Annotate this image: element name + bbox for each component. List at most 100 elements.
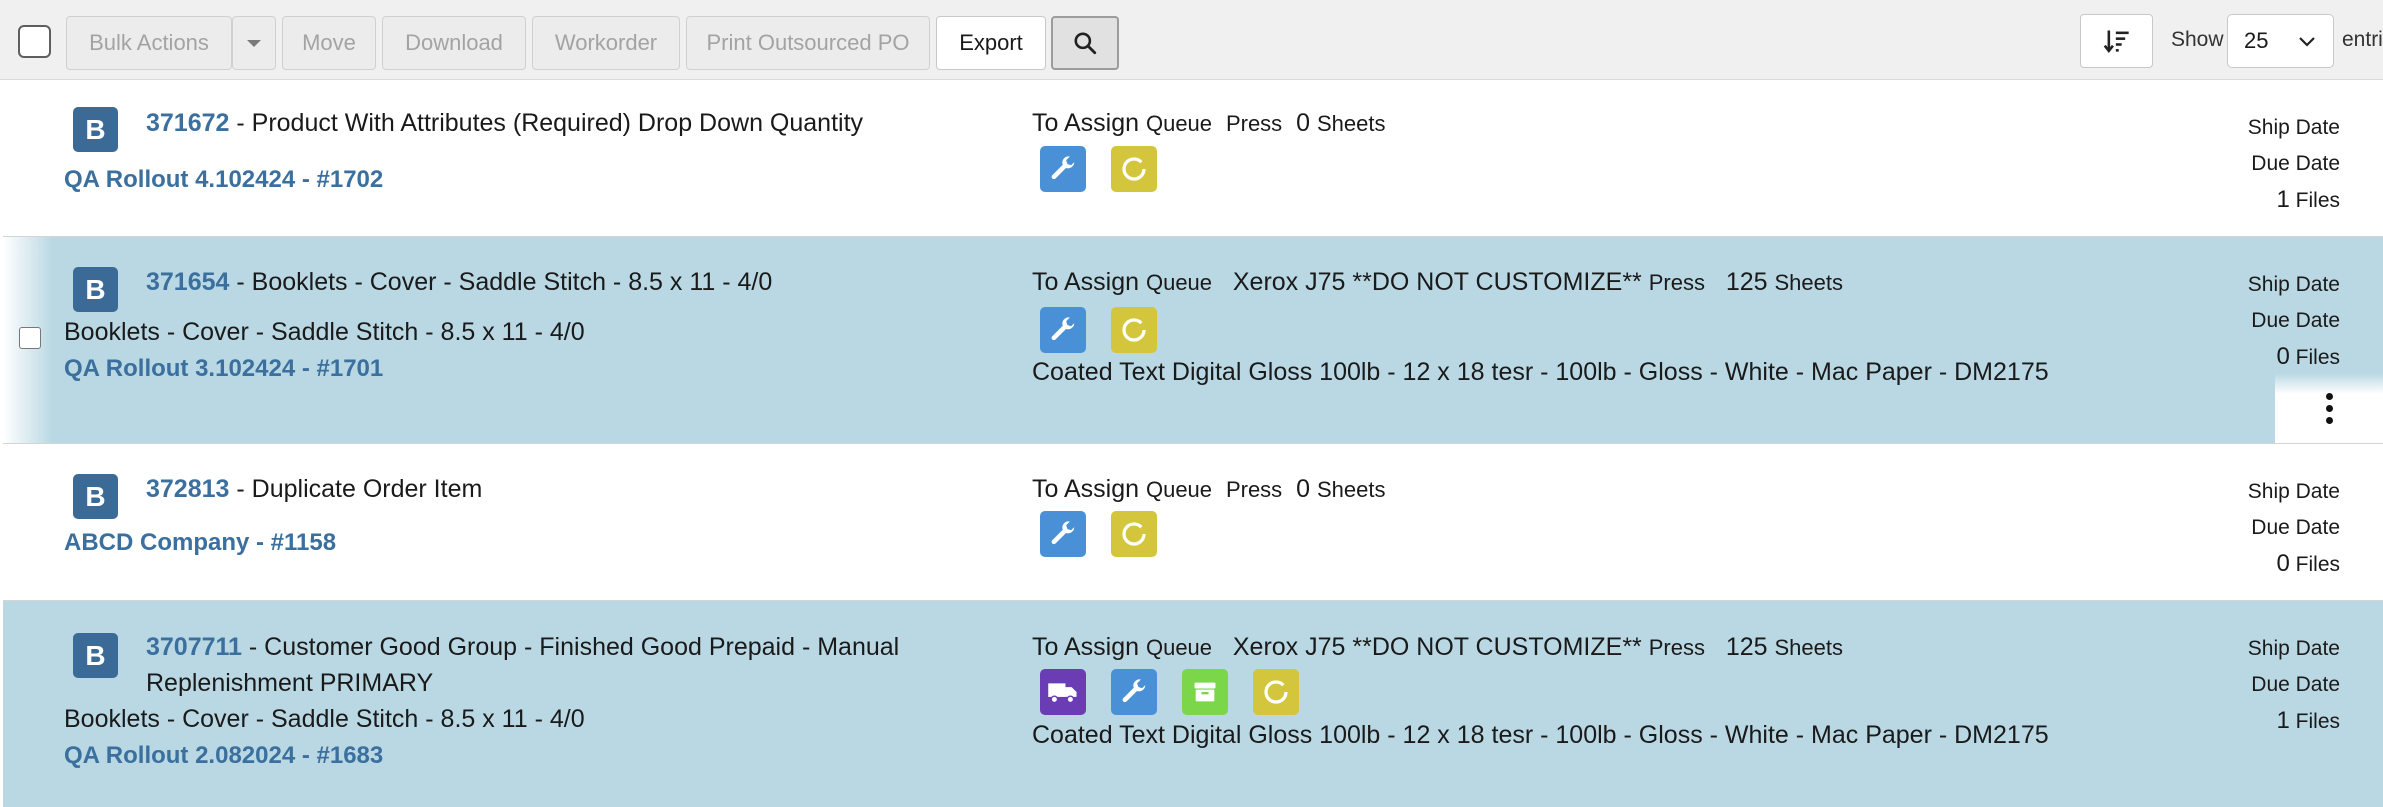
paper-description: Coated Text Digital Gloss 100lb - 12 x 1… [1032,358,2049,386]
item-description: Booklets - Cover - Saddle Stitch - 8.5 x… [64,318,585,346]
print-outsourced-po-button[interactable]: Print Outsourced PO [686,16,930,70]
files-count-value: 0 [2276,343,2290,370]
item-id-link[interactable]: 372813 [146,475,229,503]
caret-down-icon [247,39,261,47]
queue-label: Queue [1145,477,1213,502]
queue-label: Queue [1145,270,1213,295]
bulk-actions-dropdown-toggle[interactable] [232,16,276,70]
status-icon[interactable] [1111,146,1157,192]
wrench-icon[interactable] [1111,669,1157,715]
item-title: 371654 - Booklets - Cover - Saddle Stitc… [146,268,772,297]
sheets-count: 0 [1296,109,1310,137]
files-count-value: 0 [2276,550,2290,577]
sheets-label: Sheets [1316,111,1386,136]
paper-description: Coated Text Digital Gloss 100lb - 12 x 1… [1032,721,2049,749]
item-title: 3707711 - Customer Good Group - Finished… [146,633,899,662]
type-badge: B [73,633,118,678]
item-id-link[interactable]: 3707711 [146,633,242,661]
assignment-line: To Assign Queue Press 0 Sheets [1032,109,1385,138]
sheets-count: 125 [1725,633,1768,661]
workorder-button[interactable]: Workorder [532,16,680,70]
bulk-actions-label: Bulk Actions [89,30,209,55]
sheets-count: 0 [1296,475,1310,503]
queue-label: Queue [1145,635,1213,660]
search-button[interactable] [1051,16,1119,70]
status-icon[interactable] [1111,307,1157,353]
list-item[interactable]: B 371672 - Product With Attributes (Requ… [3,80,2383,237]
wrench-icon[interactable] [1040,146,1086,192]
entries-label: entries [2342,28,2383,51]
due-date-label: Due Date [2251,152,2340,175]
row-actions-menu-button[interactable] [2275,373,2383,443]
row-checkbox[interactable] [19,327,41,349]
item-title-text: - Booklets - Cover - Saddle Stitch - 8.5… [229,268,773,296]
bulk-actions-button[interactable]: Bulk Actions [66,16,232,70]
sheets-label: Sheets [1774,270,1844,295]
to-assign-label: To Assign [1032,475,1140,503]
item-id-link[interactable]: 371672 [146,109,229,137]
files-label: Files [2295,710,2340,733]
item-title: 371672 - Product With Attributes (Requir… [146,109,863,138]
truck-icon[interactable] [1040,669,1086,715]
files-count[interactable]: 1 Files [2276,707,2340,735]
to-assign-label: To Assign [1032,633,1140,661]
box-icon[interactable] [1182,669,1228,715]
move-label: Move [302,30,356,55]
order-link[interactable]: ABCD Company - #1158 [64,529,336,557]
type-badge: B [73,267,118,312]
order-link[interactable]: QA Rollout 3.102424 - #1701 [64,355,383,383]
workorder-label: Workorder [554,30,658,55]
item-title-text: - Product With Attributes (Required) Dro… [229,109,864,137]
order-link[interactable]: QA Rollout 2.082024 - #1683 [64,742,383,770]
press-label: Press [1648,270,1705,295]
search-icon [1074,32,1097,55]
list-item[interactable]: B 372813 - Duplicate Order Item ABCD Com… [3,444,2383,601]
press-label: Press [1648,635,1705,660]
show-label: Show [2171,28,2224,51]
item-title-text: - Customer Good Group - Finished Good Pr… [241,633,900,661]
sort-button[interactable] [2080,14,2153,68]
chevron-down-icon [2299,37,2315,47]
item-title-text: - Duplicate Order Item [229,475,483,503]
files-label: Files [2295,553,2340,576]
sheets-count: 125 [1725,268,1768,296]
status-icon[interactable] [1111,511,1157,557]
export-button[interactable]: Export [936,16,1046,70]
due-date-label: Due Date [2251,516,2340,539]
item-description: Booklets - Cover - Saddle Stitch - 8.5 x… [64,705,585,733]
assignment-line: To Assign Queue Press 0 Sheets [1032,475,1385,504]
ship-date-label: Ship Date [2247,637,2340,660]
wrench-icon[interactable] [1040,307,1086,353]
entries-per-page-value: 25 [2244,28,2269,53]
type-badge: B [73,474,118,519]
list-item[interactable]: B 3707711 - Customer Good Group - Finish… [3,601,2383,807]
wrench-icon[interactable] [1040,511,1086,557]
ship-date-label: Ship Date [2247,273,2340,296]
queue-label: Queue [1145,111,1213,136]
item-title: 372813 - Duplicate Order Item [146,475,482,504]
sheets-label: Sheets [1316,477,1386,502]
move-button[interactable]: Move [282,16,376,70]
assignment-line: To Assign Queue Xerox J75 **DO NOT CUSTO… [1032,633,1843,662]
list-item[interactable]: B 371654 - Booklets - Cover - Saddle Sti… [3,237,2383,444]
download-label: Download [405,30,503,55]
due-date-label: Due Date [2251,309,2340,332]
files-count-value: 1 [2276,707,2290,734]
entries-per-page-select[interactable]: 25 [2227,14,2334,68]
files-count[interactable]: 1 Files [2276,186,2340,214]
select-all-checkbox[interactable] [18,25,51,58]
files-count[interactable]: 0 Files [2276,550,2340,578]
order-link[interactable]: QA Rollout 4.102424 - #1702 [64,166,383,194]
press-label: Press [1225,111,1283,136]
press-name: Xerox J75 **DO NOT CUSTOMIZE** [1232,268,1642,296]
files-count[interactable]: 0 Files [2276,343,2340,371]
to-assign-label: To Assign [1032,268,1140,296]
due-date-label: Due Date [2251,673,2340,696]
status-icon[interactable] [1253,669,1299,715]
press-name: Xerox J75 **DO NOT CUSTOMIZE** [1232,633,1642,661]
to-assign-label: To Assign [1032,109,1140,137]
press-label: Press [1225,477,1283,502]
sort-descending-icon [2103,30,2129,54]
item-id-link[interactable]: 371654 [146,268,229,296]
download-button[interactable]: Download [382,16,526,70]
